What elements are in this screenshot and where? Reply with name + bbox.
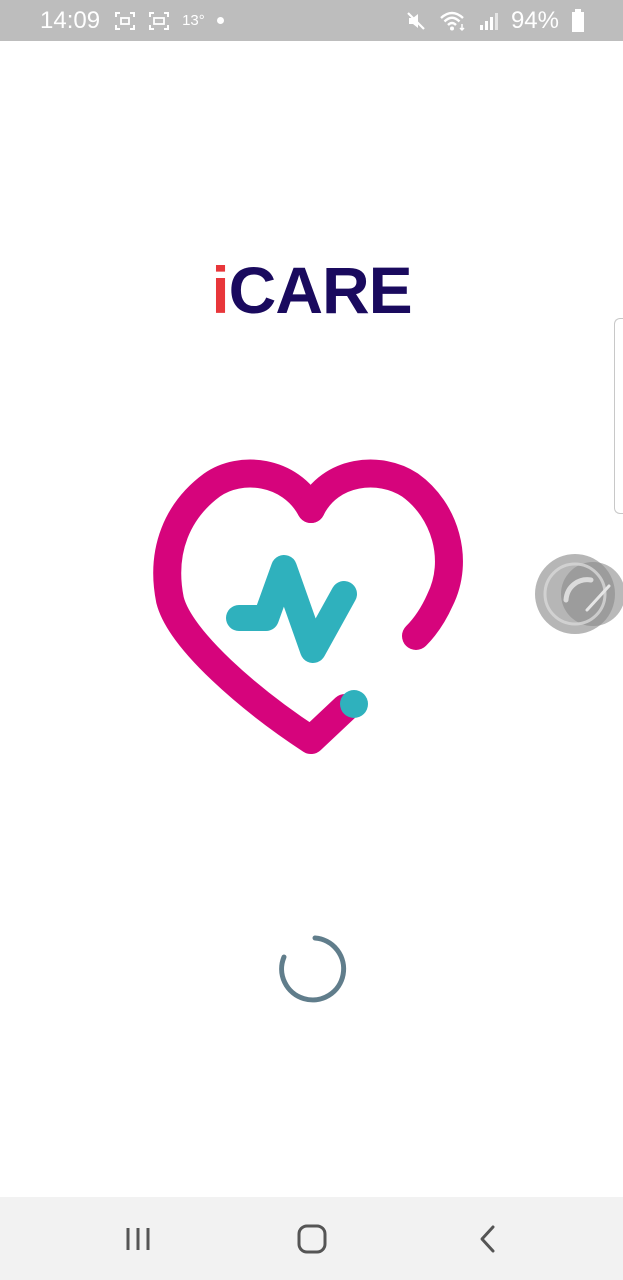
screen-record-icon [148, 11, 170, 31]
status-bar: 14:09 13° 94% [0, 0, 623, 41]
status-bar-left: 14:09 13° [40, 7, 224, 35]
battery-icon [571, 8, 585, 33]
loading-spinner [279, 935, 347, 1003]
logo-text-care: CARE [228, 253, 413, 327]
recent-apps-button[interactable] [108, 1217, 168, 1261]
status-bar-right: 94% [405, 7, 585, 35]
screenshot-icon [114, 11, 136, 31]
signal-icon [479, 11, 499, 31]
navigation-bar [0, 1197, 623, 1280]
app-logo: iCARE [0, 254, 623, 326]
edge-panel-handle[interactable] [614, 318, 623, 514]
back-chevron-icon [480, 1225, 495, 1253]
back-button[interactable] [458, 1217, 518, 1261]
pulse-line [226, 555, 357, 663]
floating-pen-bubble-icon[interactable] [533, 550, 623, 640]
recent-apps-icon [126, 1228, 150, 1250]
status-battery-percent: 94% [510, 6, 559, 34]
home-icon [297, 1224, 327, 1254]
status-temperature: 13° [182, 12, 205, 29]
pulse-dot [340, 690, 368, 718]
status-time: 14:09 [40, 6, 101, 34]
logo-letter-i: i [211, 253, 229, 327]
heart-pulse-icon [153, 459, 463, 754]
notification-dot-icon [216, 17, 224, 24]
mute-icon [405, 10, 427, 32]
home-button[interactable] [282, 1217, 342, 1261]
splash-screen: 14:09 13° 94% iCARE [0, 0, 623, 1280]
wifi-icon [439, 10, 467, 32]
